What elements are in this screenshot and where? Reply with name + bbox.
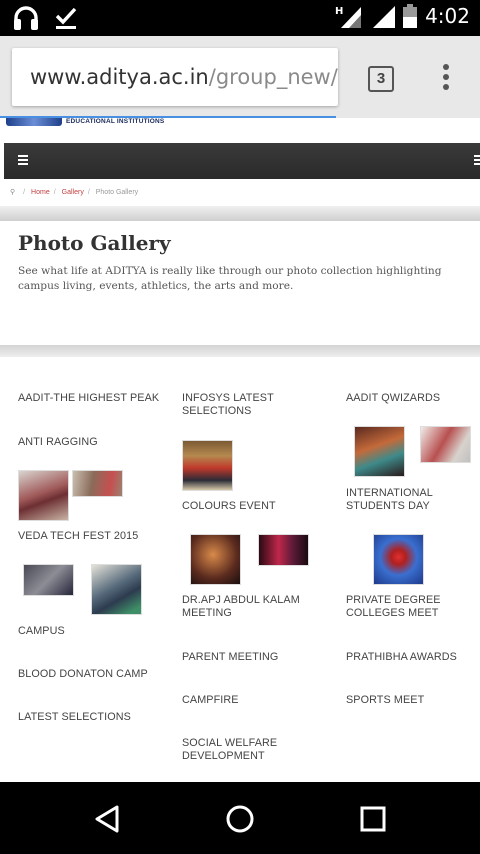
gallery-grid: AADIT-THE HIGHEST PEAK ANTI RAGGING VEDA… — [4, 357, 480, 782]
gallery-item-campfire[interactable]: CAMPFIRE — [182, 694, 302, 707]
gallery-item-aadit-highest-peak[interactable]: AADIT-THE HIGHEST PEAK — [18, 392, 168, 405]
divider-band — [0, 345, 480, 357]
gallery-thumbnail[interactable] — [373, 534, 424, 585]
url-host: www.aditya.ac.in — [30, 65, 209, 89]
intro-panel: Photo Gallery See what life at ADITYA is… — [4, 221, 480, 345]
home-icon[interactable] — [225, 804, 255, 834]
breadcrumb-home[interactable]: Home — [31, 189, 50, 196]
system-nav-bar — [0, 782, 480, 854]
headphones-icon — [14, 6, 38, 30]
gallery-item-international-students-day[interactable]: INTERNATIONAL STUDENTS DAY — [346, 487, 476, 513]
gallery-item-anti-ragging[interactable]: ANTI RAGGING — [18, 436, 168, 449]
gallery-thumbnail[interactable] — [72, 470, 123, 497]
gallery-thumbnail[interactable] — [182, 440, 233, 491]
url-path: /group_new/inde — [208, 65, 338, 89]
gallery-item-colours-event[interactable]: COLOURS EVENT — [182, 500, 292, 513]
back-icon[interactable] — [93, 804, 121, 834]
gallery-thumbnail[interactable] — [190, 534, 241, 585]
page-title: Photo Gallery — [18, 231, 171, 255]
gallery-thumbnail[interactable] — [18, 470, 69, 521]
gallery-item-private-degree-colleges-meet[interactable]: PRIVATE DEGREE COLLEGES MEET — [346, 594, 476, 620]
right-menu-icon[interactable] — [474, 155, 480, 167]
gallery-item-sports-meet[interactable]: SPORTS MEET — [346, 694, 476, 707]
gallery-item-latest-selections[interactable]: LATEST SELECTIONS — [18, 711, 168, 724]
gallery-thumbnail[interactable] — [420, 426, 471, 463]
gallery-thumbnail[interactable] — [354, 426, 405, 477]
gallery-item-infosys-selections[interactable]: INFOSYS LATEST SELECTIONS — [182, 392, 292, 418]
svg-text:H: H — [335, 6, 343, 17]
browser-toolbar: www.aditya.ac.in/group_new/inde 3 — [0, 36, 480, 119]
gallery-item-aadit-qwizards[interactable]: AADIT QWIZARDS — [346, 392, 476, 405]
overflow-menu-icon[interactable] — [439, 64, 453, 94]
gallery-item-veda-tech-fest[interactable]: VEDA TECH FEST 2015 — [18, 530, 168, 543]
breadcrumb-gallery[interactable]: Gallery — [62, 189, 84, 196]
site-header: EDUCATIONAL INSTITUTIONS — [0, 118, 480, 142]
recents-icon[interactable] — [360, 806, 386, 832]
location-pin-icon: ⚲ — [10, 189, 16, 196]
signal-h-icon: H — [335, 6, 362, 28]
left-menu-icon[interactable] — [18, 155, 28, 167]
gallery-thumbnail[interactable] — [258, 534, 309, 566]
gallery-item-social-welfare-development[interactable]: SOCIAL WELFARE DEVELOPMENT — [182, 737, 302, 763]
web-content: EDUCATIONAL INSTITUTIONS ⚲ / Home / Galler… — [0, 118, 480, 782]
download-done-icon — [55, 7, 77, 29]
signal-icon — [373, 6, 396, 28]
gallery-thumbnail[interactable] — [91, 564, 142, 615]
gallery-item-prathibha-awards[interactable]: PRATHIBHA AWARDS — [346, 651, 476, 664]
site-logo[interactable] — [6, 118, 62, 126]
gallery-item-apj-abdul-kalam-meeting[interactable]: DR.APJ ABDUL KALAM MEETING — [182, 594, 302, 620]
battery-icon — [403, 4, 418, 28]
page-description: See what life at ADITYA is really like t… — [18, 265, 442, 292]
gallery-item-blood-donation-camp[interactable]: BLOOD DONATON CAMP — [18, 668, 168, 681]
divider-band — [0, 206, 480, 221]
breadcrumb-current: Photo Gallery — [95, 189, 139, 196]
logo-text: EDUCATIONAL INSTITUTIONS — [66, 118, 165, 125]
status-bar: H 4:02 — [0, 0, 480, 36]
gallery-item-parent-meeting[interactable]: PARENT MEETING — [182, 651, 302, 664]
gallery-item-campus[interactable]: CAMPUS — [18, 625, 168, 638]
breadcrumb: ⚲ / Home / Gallery / Photo Gallery — [4, 179, 480, 206]
address-bar[interactable]: www.aditya.ac.in/group_new/inde — [12, 48, 338, 106]
gallery-thumbnail[interactable] — [23, 564, 74, 596]
site-navbar — [4, 143, 480, 179]
status-clock: 4:02 — [425, 4, 470, 28]
tab-switcher-button[interactable]: 3 — [368, 66, 394, 92]
